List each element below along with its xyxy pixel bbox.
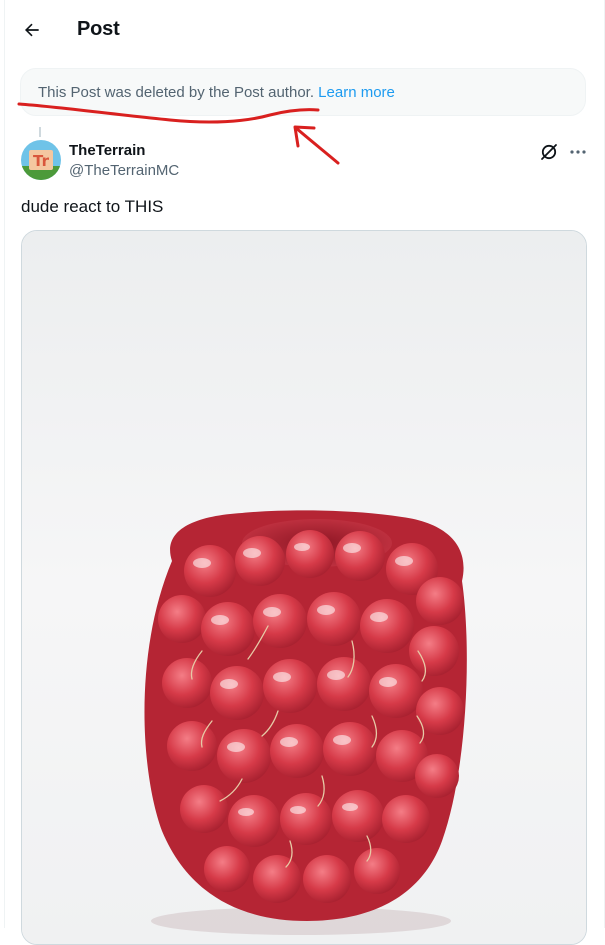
more-options-button[interactable] <box>566 139 590 165</box>
grok-button[interactable] <box>536 139 562 165</box>
raspberry-image <box>22 231 586 944</box>
author-handle[interactable]: @TheTerrainMC <box>69 162 179 179</box>
learn-more-link[interactable]: Learn more <box>318 84 395 101</box>
back-button[interactable] <box>16 14 48 46</box>
more-horizontal-icon <box>570 150 586 154</box>
grok-icon <box>541 144 557 160</box>
notice-text: This Post was deleted by the Post author… <box>38 84 314 101</box>
page-title: Post <box>77 18 120 40</box>
deleted-post-notice: This Post was deleted by the Post author… <box>20 68 586 116</box>
arrow-left-icon <box>25 23 39 37</box>
post-media[interactable] <box>21 230 587 945</box>
post-text: dude react to THIS <box>21 197 164 216</box>
author-display-name[interactable]: TheTerrain <box>69 142 145 159</box>
notice-message: This Post was deleted by the Post author… <box>38 84 395 101</box>
thread-connector <box>39 127 41 137</box>
post-header: Post <box>0 0 605 58</box>
avatar-letters: Tr <box>33 152 50 170</box>
avatar[interactable]: Tr <box>21 140 61 180</box>
